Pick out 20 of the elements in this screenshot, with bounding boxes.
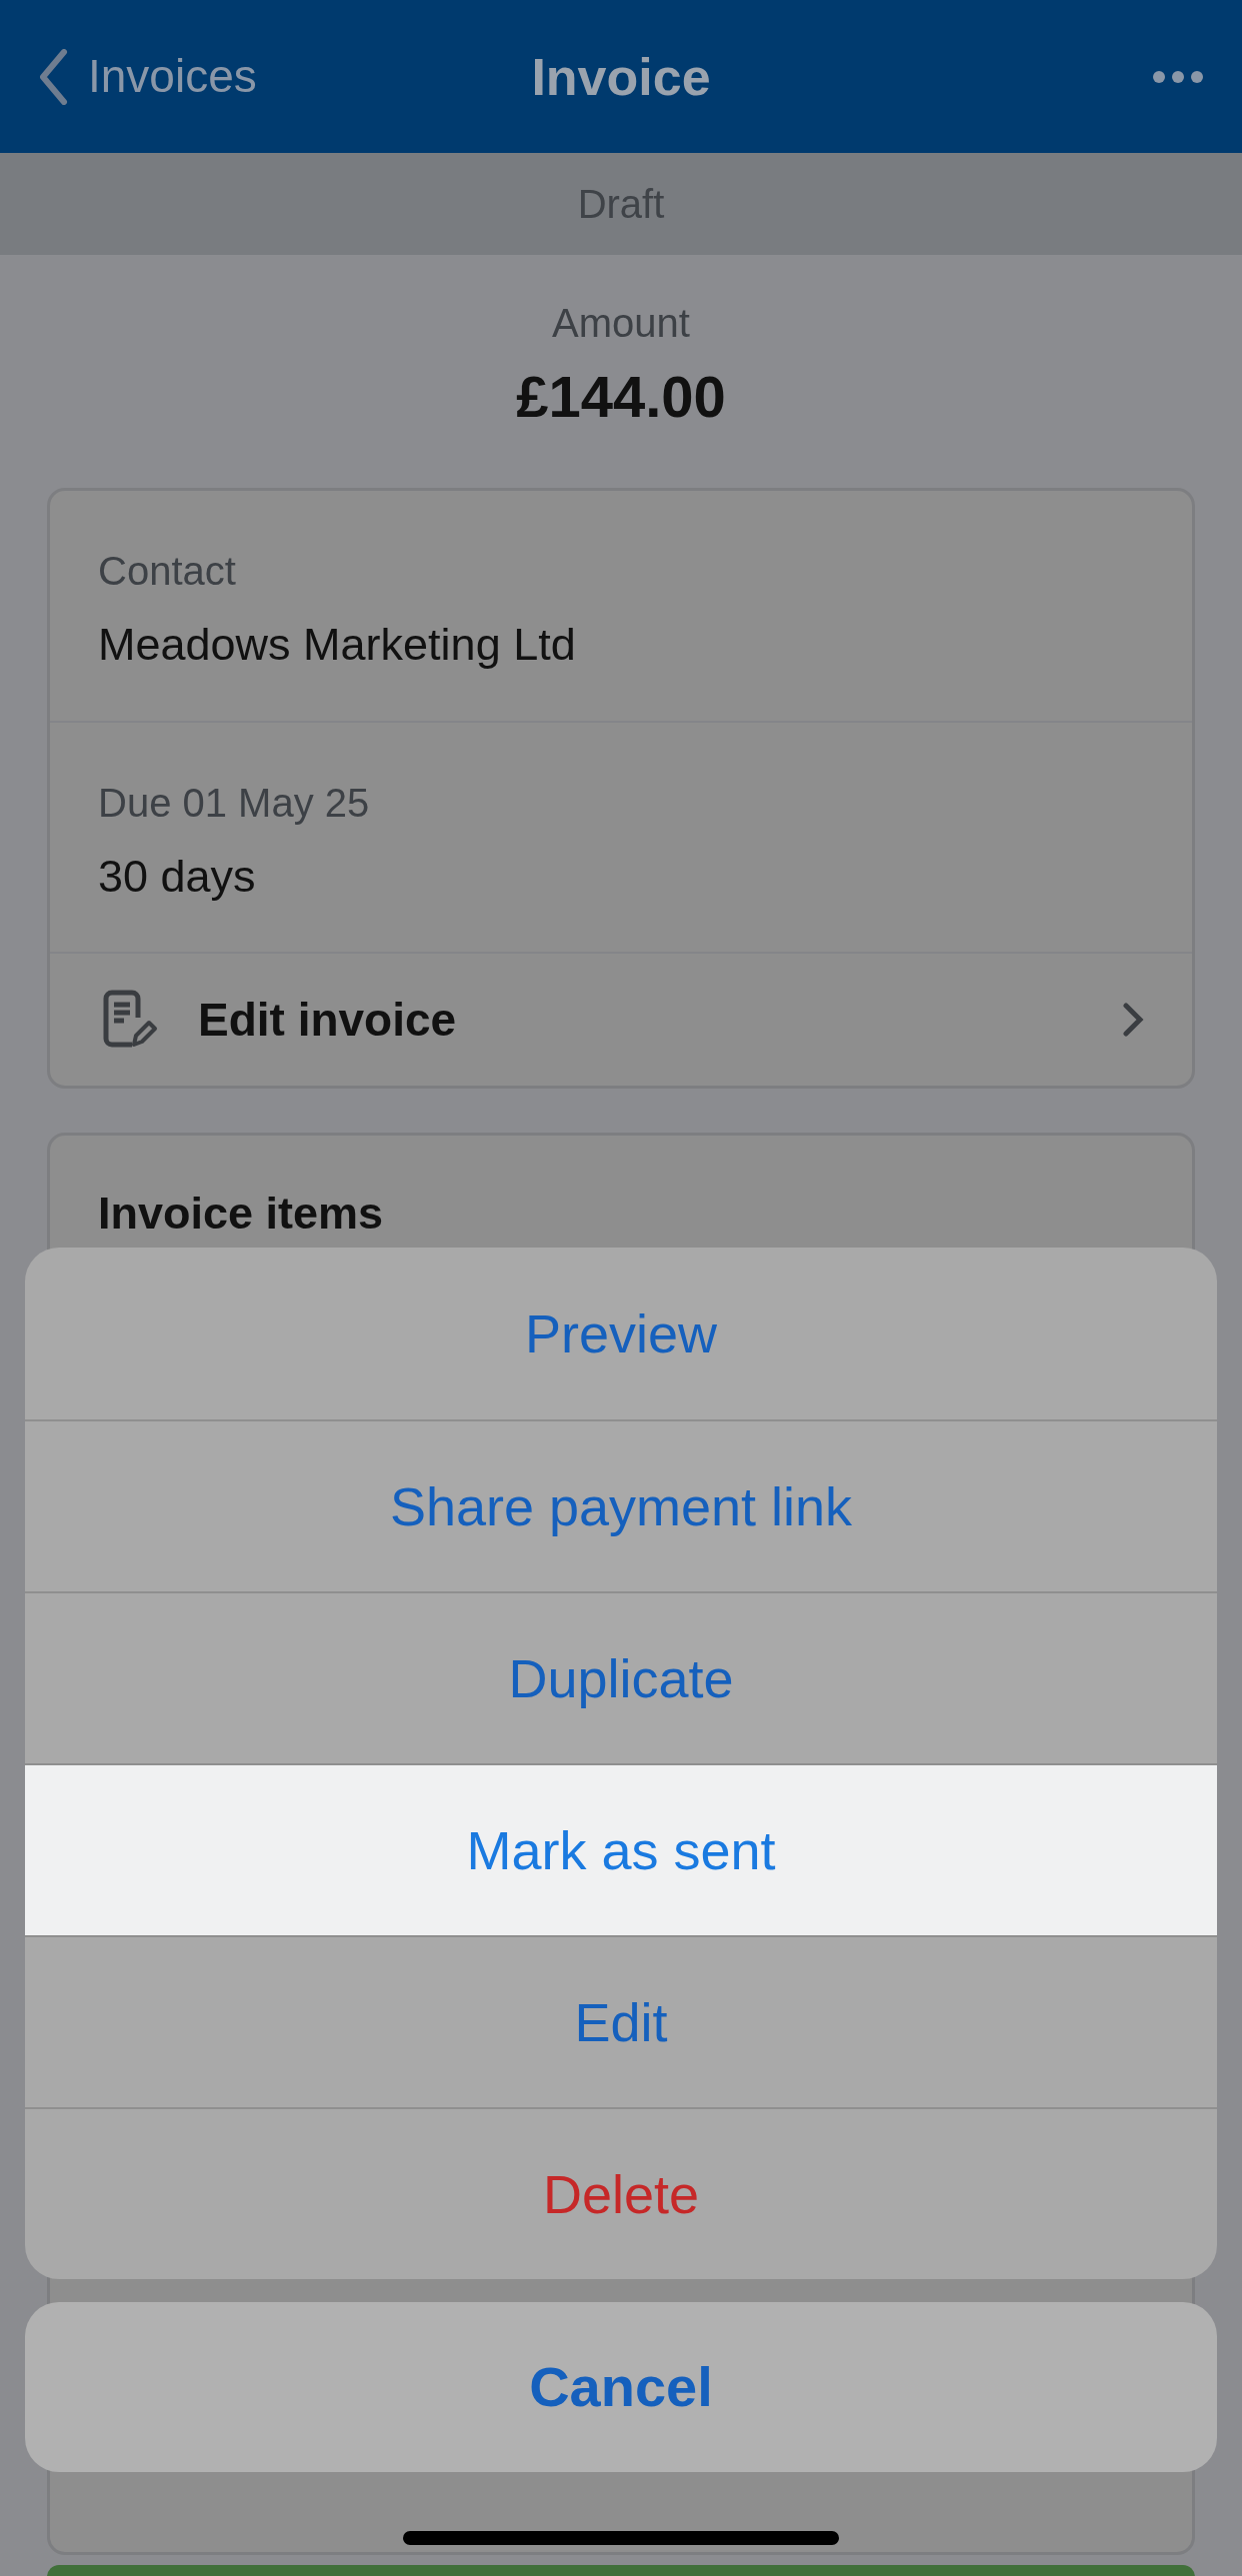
edit-invoice-link[interactable]: Edit invoice (198, 985, 1082, 1055)
section-title: Invoice items (97, 1187, 385, 1241)
amount-label: Amount (552, 300, 690, 347)
action-item[interactable]: Share payment link (25, 1419, 1217, 1591)
detail-label: Contact (98, 548, 236, 595)
action-item[interactable]: Preview (25, 1248, 1217, 1419)
status-label: Draft (577, 181, 665, 228)
amount-value: £144.00 (516, 363, 726, 431)
detail-value: 30 days (98, 849, 256, 904)
cancel-button[interactable]: Cancel (25, 2302, 1217, 2472)
action-item[interactable]: Delete (25, 2107, 1217, 2279)
screen-title: Invoice (531, 46, 711, 108)
detail-value: Meadows Marketing Ltd (98, 618, 576, 672)
chevron-right-icon (1122, 1002, 1144, 1038)
back-icon (38, 48, 68, 105)
document-edit-icon (102, 990, 158, 1050)
action-item[interactable]: Edit (25, 1935, 1217, 2107)
back-button[interactable]: Invoices (38, 42, 257, 111)
action-item[interactable]: Mark as sent (25, 1763, 1217, 1935)
detail-label: Due 01 May 25 (98, 779, 370, 827)
